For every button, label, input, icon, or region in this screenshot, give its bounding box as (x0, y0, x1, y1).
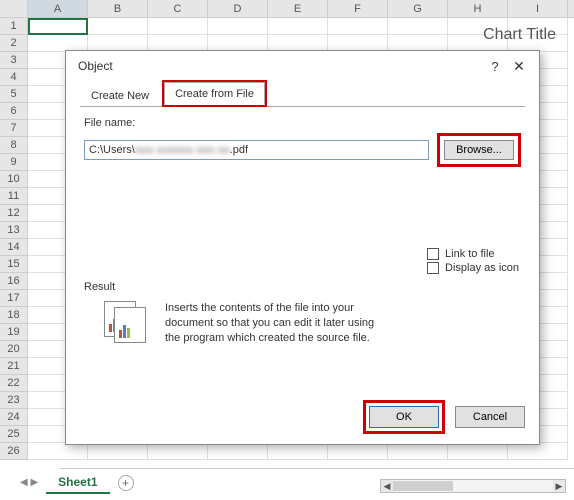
row-header[interactable]: 10 (0, 171, 28, 188)
row-header[interactable]: 9 (0, 154, 28, 171)
display-as-icon-label: Display as icon (445, 262, 519, 274)
column-headers: A B C D E F G H I (0, 0, 574, 18)
row-header[interactable]: 5 (0, 86, 28, 103)
row-header[interactable]: 24 (0, 409, 28, 426)
tab-nav-arrows[interactable]: ◀ ▶ (20, 477, 38, 488)
row-header[interactable]: 8 (0, 137, 28, 154)
file-name-suffix: .pdf (230, 144, 248, 156)
result-preview-icon (96, 301, 151, 346)
cell[interactable] (148, 443, 208, 460)
row-header[interactable]: 26 (0, 443, 28, 460)
checkbox-icon (427, 262, 439, 274)
scroll-left-arrow[interactable]: ◀ (381, 480, 393, 492)
result-description: Inserts the contents of the file into yo… (165, 301, 375, 346)
col-header-D[interactable]: D (208, 0, 268, 17)
dialog-body: File name: C:\Users\ aaa aaaaaa aaa aa .… (66, 107, 539, 177)
row-header[interactable]: 11 (0, 188, 28, 205)
link-to-file-label: Link to file (445, 248, 495, 260)
chart-title-placeholder[interactable]: Chart Title (483, 26, 556, 44)
cell[interactable] (208, 443, 268, 460)
file-name-redacted: aaa aaaaaa aaa aa (135, 144, 230, 156)
col-header-H[interactable]: H (448, 0, 508, 17)
row-header[interactable]: 3 (0, 52, 28, 69)
highlight-create-from-file: Create from File (162, 80, 267, 107)
cancel-button[interactable]: Cancel (455, 406, 525, 428)
row-header[interactable]: 23 (0, 392, 28, 409)
close-button[interactable]: ✕ (507, 58, 531, 75)
help-button[interactable]: ? (483, 59, 507, 74)
row-header[interactable]: 15 (0, 256, 28, 273)
cell[interactable] (88, 18, 148, 35)
col-header-E[interactable]: E (268, 0, 328, 17)
row-header[interactable]: 1 (0, 18, 28, 35)
cell[interactable] (28, 443, 88, 460)
cell[interactable] (328, 18, 388, 35)
cell[interactable] (268, 443, 328, 460)
row-header[interactable]: 4 (0, 69, 28, 86)
browse-button[interactable]: Browse... (444, 140, 514, 160)
row-header[interactable]: 19 (0, 324, 28, 341)
cell[interactable] (328, 443, 388, 460)
cell[interactable] (148, 18, 208, 35)
dialog-title: Object (74, 59, 483, 73)
row-header[interactable]: 6 (0, 103, 28, 120)
row-header[interactable]: 18 (0, 307, 28, 324)
dialog-tabs: Create New Create from File (66, 81, 539, 107)
cell[interactable] (388, 18, 448, 35)
checkbox-icon (427, 248, 439, 260)
col-header-I[interactable]: I (508, 0, 568, 17)
cell[interactable] (388, 443, 448, 460)
col-header-F[interactable]: F (328, 0, 388, 17)
row-header[interactable]: 17 (0, 290, 28, 307)
cell[interactable] (208, 18, 268, 35)
col-header-C[interactable]: C (148, 0, 208, 17)
cell[interactable] (28, 18, 88, 35)
row-header[interactable]: 22 (0, 375, 28, 392)
file-name-input[interactable]: C:\Users\ aaa aaaaaa aaa aa .pdf (84, 140, 429, 160)
display-as-icon-checkbox[interactable]: Display as icon (427, 262, 519, 274)
row-header[interactable]: 2 (0, 35, 28, 52)
row-header[interactable]: 12 (0, 205, 28, 222)
link-to-file-checkbox[interactable]: Link to file (427, 248, 519, 260)
sheet-tab-active[interactable]: Sheet1 (46, 472, 109, 494)
highlight-browse: Browse... (437, 133, 521, 167)
select-all-corner[interactable] (0, 0, 28, 17)
tab-create-new[interactable]: Create New (80, 84, 160, 107)
col-header-B[interactable]: B (88, 0, 148, 17)
scroll-right-arrow[interactable]: ▶ (553, 480, 565, 492)
col-header-G[interactable]: G (388, 0, 448, 17)
horizontal-scrollbar[interactable]: ◀ ▶ (380, 479, 566, 493)
add-sheet-button[interactable]: + (118, 475, 134, 491)
cell[interactable] (448, 443, 508, 460)
row-header[interactable]: 25 (0, 426, 28, 443)
cell[interactable] (508, 443, 568, 460)
options-group: Link to file Display as icon (427, 246, 519, 274)
scroll-thumb[interactable] (393, 481, 453, 491)
result-section: Result Inserts the contents of the file … (84, 281, 524, 346)
row-header[interactable]: 7 (0, 120, 28, 137)
row-header[interactable]: 14 (0, 239, 28, 256)
highlight-ok: OK (363, 400, 445, 434)
result-label: Result (84, 281, 524, 293)
row-header[interactable]: 13 (0, 222, 28, 239)
cell[interactable] (268, 18, 328, 35)
row-header[interactable]: 16 (0, 273, 28, 290)
dialog-titlebar: Object ? ✕ (66, 51, 539, 81)
row-header[interactable]: 21 (0, 358, 28, 375)
file-name-prefix: C:\Users\ (89, 144, 135, 156)
row-header[interactable]: 20 (0, 341, 28, 358)
file-name-label: File name: (84, 117, 521, 129)
tab-create-from-file[interactable]: Create from File (164, 82, 265, 105)
col-header-A[interactable]: A (28, 0, 88, 17)
cell[interactable] (88, 443, 148, 460)
ok-button[interactable]: OK (369, 406, 439, 428)
dialog-buttons: OK Cancel (363, 400, 525, 434)
object-dialog: Object ? ✕ Create New Create from File F… (65, 50, 540, 445)
